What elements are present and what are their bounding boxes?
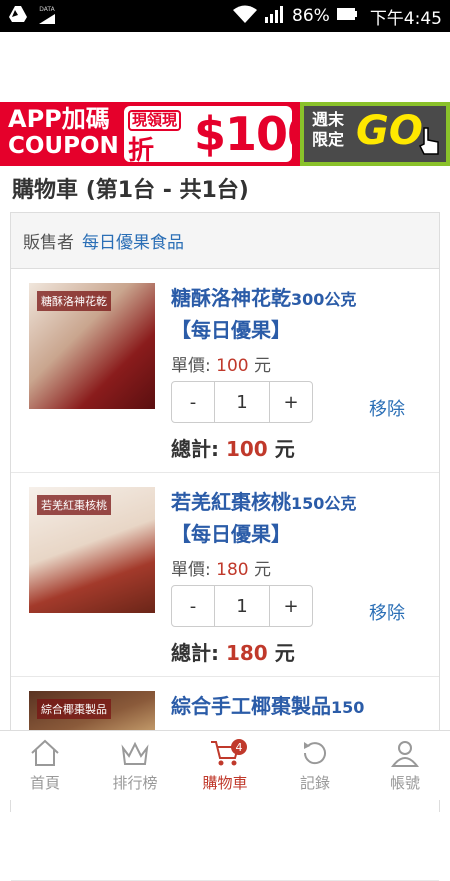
tab-home[interactable]: 首頁 (0, 731, 90, 800)
promo-banner[interactable]: APP加碼 COUPON 現領現 折 $100 週末 限定 GO (0, 102, 450, 166)
quantity-stepper: - 1 + (171, 381, 313, 423)
unit-price-currency: 元 (254, 560, 271, 580)
tab-ranking-label: 排行榜 (112, 774, 158, 792)
product-name-link[interactable]: 糖酥洛神花乾300公克 【每日優果】 (171, 283, 401, 345)
app-bonus-text: APP加碼 (8, 105, 110, 133)
tab-home-label: 首頁 (29, 774, 60, 792)
drive-icon (8, 5, 28, 27)
thumbnail-label: 糖酥洛神花乾 (37, 291, 111, 311)
product-name: 綜合手工椰棗製品 (171, 694, 331, 718)
tab-ranking[interactable]: 排行榜 (90, 731, 180, 800)
quantity-stepper: - 1 + (171, 585, 313, 627)
clock: 下午4:45 (369, 8, 442, 29)
bottom-nav: 首頁 排行榜 4 購物車 記錄 帳號 (0, 730, 450, 800)
weekend-go-banner[interactable]: 週末 限定 GO (300, 102, 450, 166)
weekend-text: 週末 (312, 110, 345, 129)
unit-price-label: 單價: (171, 560, 211, 580)
product-size: 150公克 (291, 494, 357, 513)
product-thumbnail[interactable]: 綜合椰棗製品 (29, 691, 155, 731)
product-name: 若羌紅棗核桃 (171, 490, 291, 514)
hand-cursor-icon (416, 126, 442, 160)
crown-icon (121, 741, 149, 765)
data-indicator: DATA (38, 7, 56, 25)
product-size: 150 (331, 698, 365, 717)
coupon-text: COUPON (8, 133, 119, 159)
increase-quantity-button[interactable]: + (270, 382, 312, 422)
total-value: 100 (225, 437, 268, 461)
quantity-input[interactable]: 1 (214, 586, 270, 626)
seller-row: 販售者 每日優果食品 (11, 213, 439, 269)
cart-subtitle: (第1台 - 共1台) (85, 178, 249, 203)
unit-price-currency: 元 (254, 356, 271, 376)
tab-cart-label: 購物車 (202, 774, 248, 792)
cart-title-text: 購物車 (12, 178, 79, 203)
total-label: 總計: (171, 641, 219, 665)
ticket-claim-text: 現領現 (128, 110, 182, 131)
cart-item: 糖酥洛神花乾 糖酥洛神花乾300公克 【每日優果】 單價: 100 元 - 1 … (11, 269, 439, 473)
decrease-quantity-button[interactable]: - (172, 382, 214, 422)
item-total: 總計: 100 元 (171, 433, 295, 462)
product-brand: 【每日優果】 (171, 522, 291, 546)
thumbnail-label: 若羌紅棗核桃 (37, 495, 111, 515)
product-thumbnail[interactable]: 若羌紅棗核桃 (29, 487, 155, 613)
quantity-input[interactable]: 1 (214, 382, 270, 422)
remove-item-button[interactable]: 移除 (369, 395, 405, 421)
product-name-link[interactable]: 若羌紅棗核桃150公克 【每日優果】 (171, 487, 401, 549)
product-name-link[interactable]: 綜合手工椰棗製品150 (171, 691, 401, 723)
thumbnail-label: 綜合椰棗製品 (37, 699, 111, 719)
signal-icon (264, 4, 286, 29)
unit-price-value: 180 (216, 560, 249, 580)
seller-name-link[interactable]: 每日優果食品 (82, 228, 184, 253)
status-bar: DATA 86% 下午4:45 (0, 0, 450, 32)
seller-label: 販售者 (23, 233, 74, 253)
ticket-discount-text: 折 (128, 136, 155, 166)
coupon-banner[interactable]: APP加碼 COUPON 現領現 折 $100 (0, 102, 319, 166)
decrease-quantity-button[interactable]: - (172, 586, 214, 626)
total-currency: 元 (274, 641, 295, 665)
wifi-icon (232, 4, 258, 29)
product-thumbnail[interactable]: 糖酥洛神花乾 (29, 283, 155, 409)
item-total: 總計: 180 元 (171, 637, 295, 666)
total-label: 總計: (171, 437, 219, 461)
home-icon (31, 739, 59, 766)
cart-item: 若羌紅棗核桃 若羌紅棗核桃150公克 【每日優果】 單價: 180 元 - 1 … (11, 473, 439, 677)
product-name: 糖酥洛神花乾 (171, 286, 291, 310)
coupon-ticket: 現領現 折 $100 (124, 106, 319, 166)
total-value: 180 (225, 641, 268, 665)
total-currency: 元 (274, 437, 295, 461)
tab-account[interactable]: 帳號 (360, 731, 450, 800)
tab-account-label: 帳號 (389, 774, 420, 792)
battery-icon (336, 6, 358, 27)
increase-quantity-button[interactable]: + (270, 586, 312, 626)
tab-history[interactable]: 記錄 (270, 731, 360, 800)
tab-cart[interactable]: 4 購物車 (180, 731, 270, 800)
cart-container: 販售者 每日優果食品 糖酥洛神花乾 糖酥洛神花乾300公克 【每日優果】 單價:… (10, 212, 440, 881)
unit-price-value: 100 (216, 356, 249, 376)
unit-price: 單價: 180 元 (171, 555, 271, 580)
unit-price: 單價: 100 元 (171, 351, 271, 376)
tab-history-label: 記錄 (299, 774, 330, 792)
cart-count-badge: 4 (231, 739, 247, 755)
user-icon (390, 741, 420, 767)
product-size: 300公克 (291, 290, 357, 309)
go-text: GO (356, 108, 423, 154)
history-icon (303, 742, 326, 765)
product-brand: 【每日優果】 (171, 318, 291, 342)
remove-item-button[interactable]: 移除 (369, 599, 405, 625)
battery-percent: 86% (292, 6, 330, 26)
limited-text: 限定 (312, 130, 345, 149)
cart-title: 購物車 (第1台 - 共1台) (12, 172, 249, 204)
header-area (0, 32, 450, 102)
unit-price-label: 單價: (171, 356, 211, 376)
